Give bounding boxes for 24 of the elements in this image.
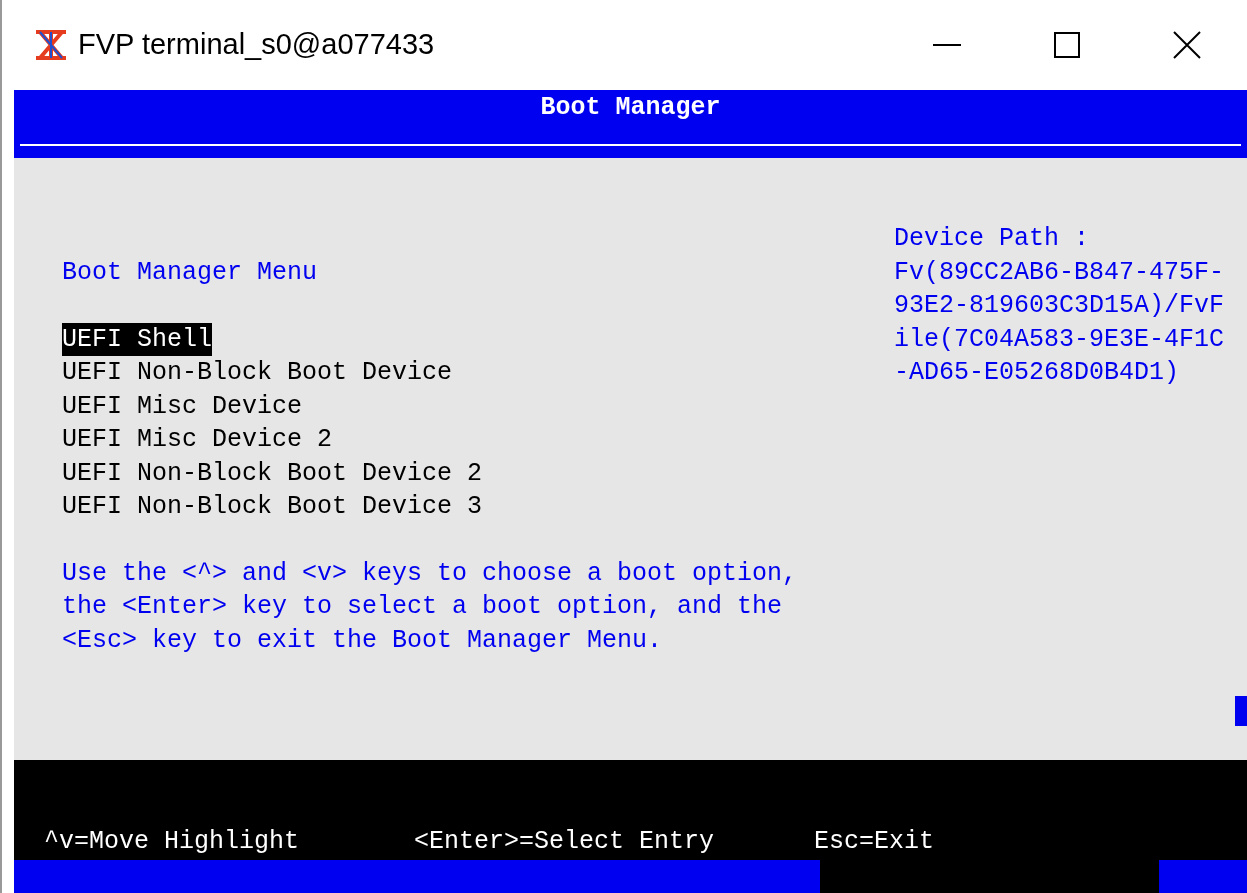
- close-icon: [1173, 31, 1201, 59]
- maximize-icon: [1054, 32, 1080, 58]
- window-title: FVP terminal_s0@a077433: [78, 27, 435, 63]
- menu-item[interactable]: UEFI Non-Block Boot Device: [62, 356, 453, 390]
- menu-title: Boot Manager Menu: [62, 257, 319, 289]
- help-text: Use the <^> and <v> keys to choose a boot option,: [62, 557, 799, 590]
- menu-item[interactable]: UEFI Misc Device: [62, 389, 303, 423]
- device-path-label: Device Path :: [894, 223, 1091, 255]
- device-path-text: ile(7C04A583-9E3E-4F1C: [894, 323, 1225, 356]
- minimize-icon: [933, 44, 961, 46]
- menu-item[interactable]: UEFI Non-Block Boot Device 3: [62, 490, 483, 524]
- device-path-text: 93E2-819603C3D15A)/FvF: [894, 290, 1225, 322]
- menu-item[interactable]: UEFI Misc Device 2: [62, 423, 333, 457]
- scroll-marker: [1235, 696, 1247, 726]
- footer-hint: Esc=Exit: [814, 825, 935, 858]
- footer-hint: <Enter>=Select Entry: [414, 825, 716, 858]
- device-path-text: Fv(89CC2AB6-B847-475F-: [894, 256, 1225, 289]
- menu-item[interactable]: UEFI Shell: [62, 322, 213, 356]
- device-path-text: -AD65-E05268D0B4D1): [894, 357, 1181, 389]
- header-title: Boot Manager: [540, 92, 721, 124]
- help-text: the <Enter> key to select a boot option, and the: [62, 591, 784, 623]
- help-text: <Esc> key to exit the Boot Manager Menu.: [62, 624, 664, 657]
- footer-hint: ^v=Move Highlight: [44, 825, 301, 858]
- menu-item[interactable]: UEFI Non-Block Boot Device 2: [62, 456, 483, 490]
